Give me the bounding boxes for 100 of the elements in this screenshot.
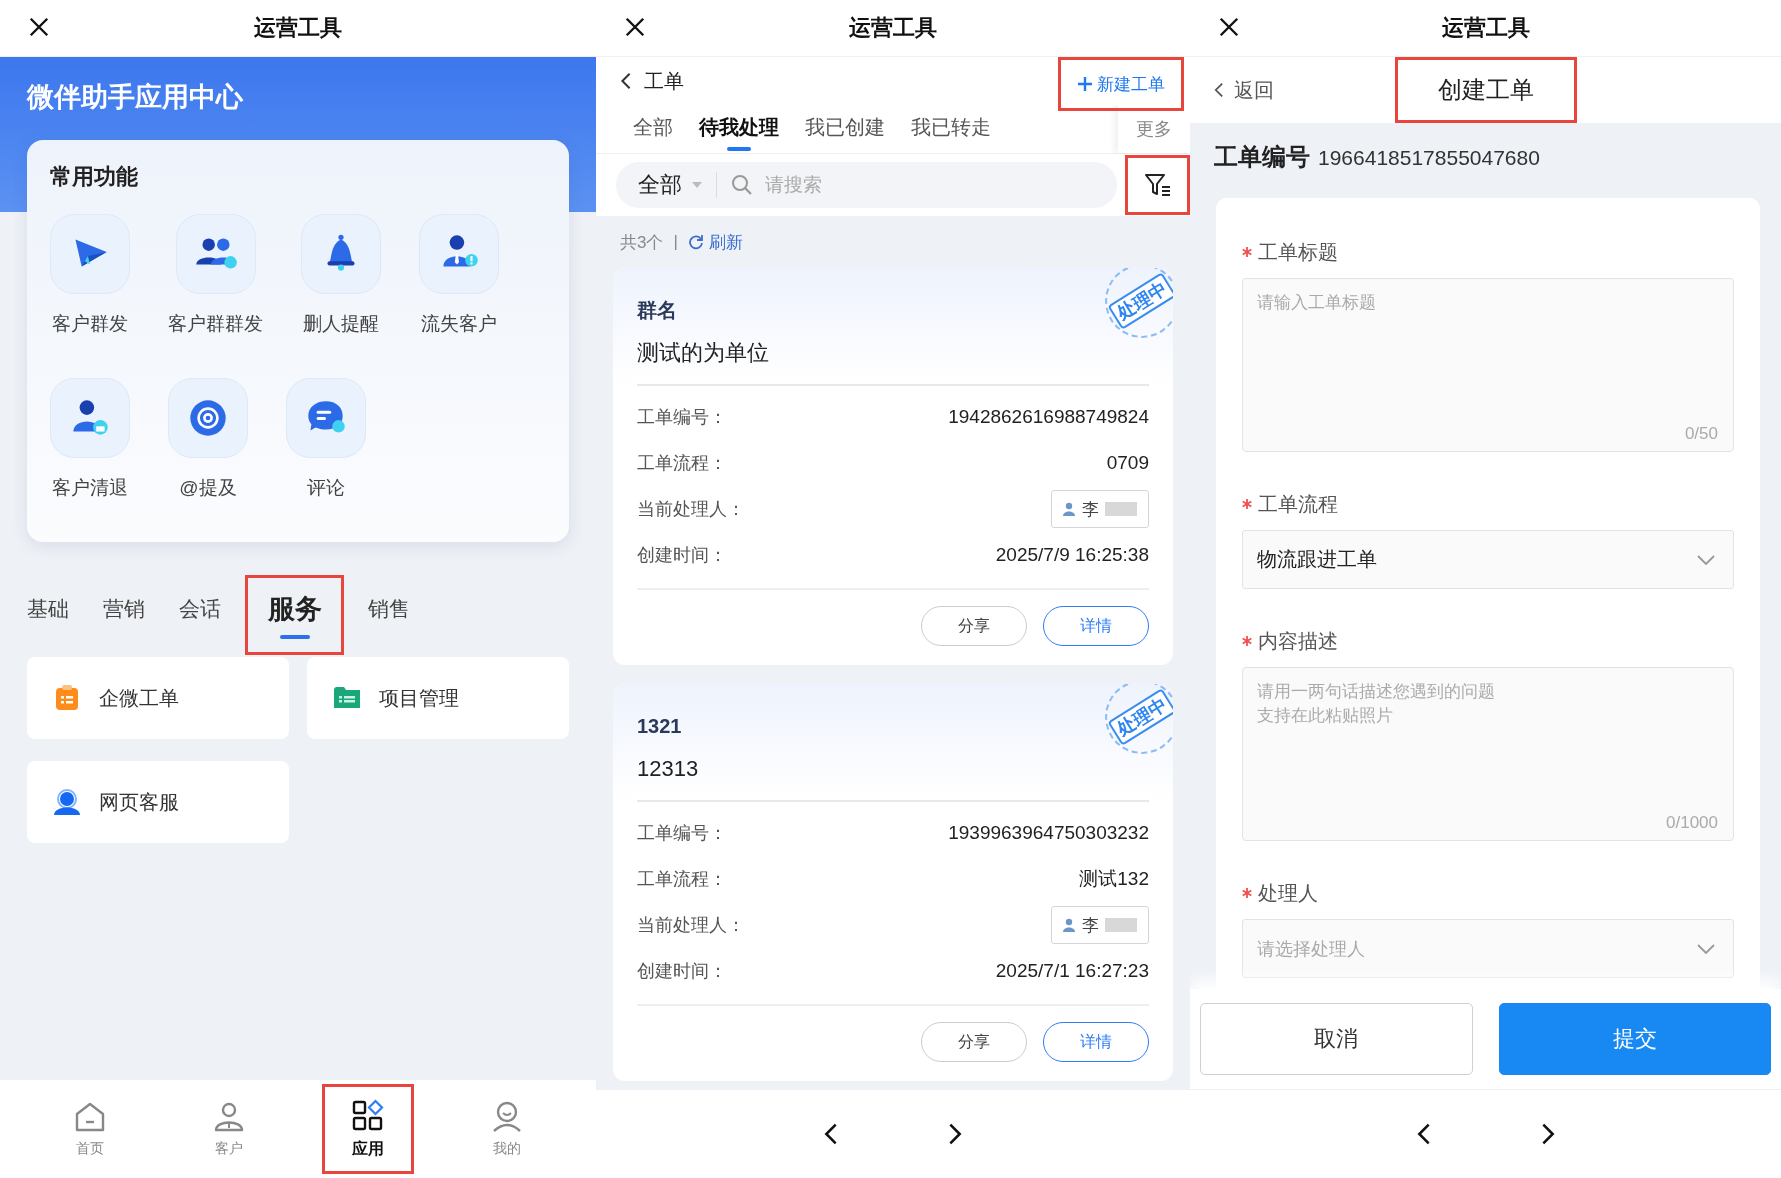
refresh-button[interactable]: 刷新 bbox=[687, 230, 743, 254]
function-label: 流失客户 bbox=[421, 312, 497, 336]
char-counter: 0/1000 bbox=[1666, 813, 1718, 833]
field-value: 0709 bbox=[1106, 452, 1149, 474]
detail-button[interactable]: 详情 bbox=[1043, 606, 1149, 646]
service-card[interactable]: 企微工单 bbox=[27, 657, 289, 739]
close-icon[interactable] bbox=[1218, 16, 1240, 38]
function-label: 客户群群发 bbox=[168, 312, 263, 336]
field-label: 创建时间： bbox=[637, 960, 727, 983]
nav-item[interactable]: 客户 bbox=[203, 1096, 254, 1162]
back-icon[interactable] bbox=[1214, 82, 1224, 98]
next-icon[interactable] bbox=[948, 1122, 962, 1146]
service-card[interactable]: 项目管理 bbox=[307, 657, 569, 739]
cancel-button[interactable]: 取消 bbox=[1200, 1003, 1473, 1075]
ticket-title: 12313 bbox=[637, 755, 700, 783]
filter-tab[interactable]: 待我处理 bbox=[686, 111, 792, 153]
field-label: 内容描述 bbox=[1258, 628, 1338, 654]
previous-icon[interactable] bbox=[1416, 1122, 1431, 1146]
separator-text: | bbox=[673, 232, 678, 252]
scope-dropdown[interactable]: 全部 bbox=[616, 172, 717, 198]
filter-tab[interactable]: 我已转走 bbox=[898, 111, 1004, 153]
chevron-down-icon bbox=[1697, 943, 1715, 954]
function-tile[interactable] bbox=[175, 214, 256, 294]
chat-bubble-icon bbox=[308, 401, 345, 433]
assignee-name: 李 bbox=[1082, 914, 1099, 937]
share-button[interactable]: 分享 bbox=[921, 606, 1027, 646]
filter-tab[interactable]: 全部 bbox=[620, 111, 686, 153]
refresh-icon bbox=[687, 234, 704, 250]
apps-icon bbox=[350, 1098, 385, 1133]
clipboard-icon bbox=[56, 685, 78, 710]
share-button[interactable]: 分享 bbox=[921, 1022, 1027, 1062]
filter-icon[interactable] bbox=[1144, 173, 1171, 197]
person-icon bbox=[1062, 918, 1076, 932]
service-card[interactable]: 网页客服 bbox=[27, 761, 289, 843]
caret-icon bbox=[692, 182, 702, 188]
next-icon[interactable] bbox=[1540, 1122, 1555, 1146]
search-field[interactable]: 全部 请搜索 bbox=[616, 162, 1117, 208]
nav-item[interactable]: 我的 bbox=[481, 1096, 532, 1162]
nav-item[interactable]: 首页 bbox=[64, 1096, 115, 1162]
previous-icon[interactable] bbox=[824, 1122, 838, 1146]
category-tab[interactable]: 会话 bbox=[169, 595, 231, 635]
window-title: 运营工具 bbox=[254, 14, 342, 42]
function-label: 删人提醒 bbox=[303, 312, 379, 336]
new-ticket-button[interactable]: 新建工单 bbox=[1077, 72, 1165, 96]
ticket-number: 1966418517855047680 bbox=[1318, 146, 1540, 170]
back-button[interactable]: 返回 bbox=[1214, 76, 1274, 104]
field-label: 工单流程： bbox=[637, 452, 727, 475]
bell-icon bbox=[327, 234, 355, 271]
assignee-name: 李 bbox=[1082, 498, 1099, 521]
plus-icon bbox=[1077, 76, 1093, 92]
ticket-title: 测试的为单位 bbox=[637, 339, 770, 367]
dropdown-placeholder: 请选择处理人 bbox=[1257, 937, 1365, 961]
nav-item[interactable]: 应用 bbox=[342, 1094, 393, 1164]
window-title: 运营工具 bbox=[1441, 14, 1530, 42]
dropdown[interactable]: 物流跟进工单 bbox=[1242, 530, 1734, 589]
char-counter: 0/50 bbox=[1684, 424, 1718, 444]
close-icon[interactable] bbox=[624, 16, 646, 38]
field-label: 当前处理人： bbox=[637, 914, 745, 937]
function-label: 客户群发 bbox=[52, 312, 128, 336]
function-label: 评论 bbox=[307, 476, 345, 500]
field-label: 创建时间： bbox=[637, 544, 727, 567]
group-icon bbox=[195, 238, 237, 269]
field-label: 当前处理人： bbox=[637, 498, 745, 521]
category-tab[interactable]: 基础 bbox=[23, 595, 79, 635]
category-tab[interactable]: 销售 bbox=[358, 595, 420, 635]
filter-tab[interactable]: 我已创建 bbox=[792, 111, 898, 153]
window-title: 运营工具 bbox=[849, 14, 937, 42]
dropdown-value: 物流跟进工单 bbox=[1257, 547, 1377, 572]
chevron-down-icon bbox=[1697, 554, 1715, 565]
field-value: 测试132 bbox=[1079, 867, 1149, 891]
person-clear-icon bbox=[73, 400, 108, 435]
support-agent-icon bbox=[54, 789, 80, 815]
function-tile[interactable] bbox=[419, 214, 499, 294]
function-tile[interactable] bbox=[286, 378, 366, 458]
function-label: @提及 bbox=[179, 476, 237, 500]
search-icon bbox=[731, 174, 753, 196]
redacted-text bbox=[1105, 502, 1137, 516]
function-tile[interactable] bbox=[50, 214, 130, 294]
function-tile[interactable] bbox=[50, 378, 130, 458]
page-title: 工单 bbox=[644, 68, 684, 94]
more-tab[interactable]: 更多 bbox=[1118, 105, 1190, 153]
detail-button[interactable]: 详情 bbox=[1043, 1022, 1149, 1062]
category-tab[interactable]: 服务 bbox=[267, 591, 322, 639]
redacted-text bbox=[1105, 918, 1137, 932]
function-tile[interactable] bbox=[168, 378, 248, 458]
field-label: 工单流程 bbox=[1258, 491, 1338, 517]
ticket-count: 共3个 bbox=[620, 231, 664, 254]
submit-button[interactable]: 提交 bbox=[1498, 1003, 1771, 1075]
close-icon[interactable] bbox=[28, 16, 50, 38]
ticket-number-label: 工单编号 bbox=[1214, 142, 1310, 172]
category-tab[interactable]: 营销 bbox=[93, 595, 155, 635]
person-alert-icon bbox=[443, 235, 478, 267]
folder-icon bbox=[334, 687, 360, 708]
field-label: 处理人 bbox=[1258, 880, 1318, 906]
function-tile[interactable] bbox=[301, 214, 381, 294]
person-icon bbox=[1062, 502, 1076, 516]
paper-plane-icon bbox=[75, 239, 107, 267]
back-icon[interactable] bbox=[620, 72, 632, 90]
function-label: 客户清退 bbox=[52, 476, 128, 500]
section-title: 常用功能 bbox=[50, 163, 139, 191]
